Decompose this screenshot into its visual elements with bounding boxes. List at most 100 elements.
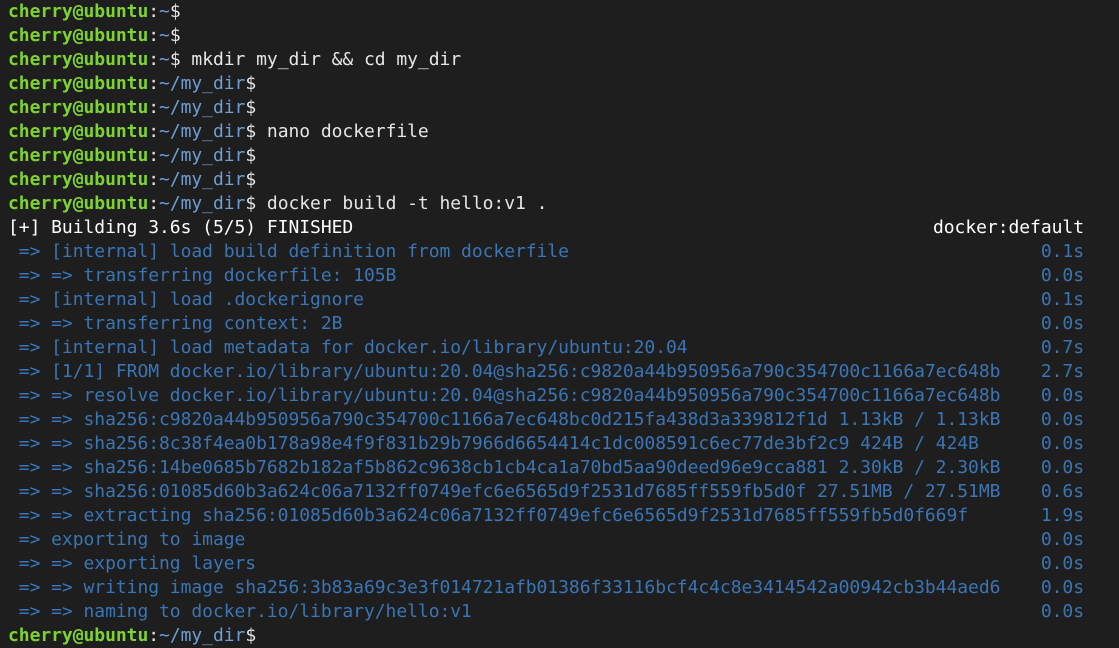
build-step-line: => => sha256:c9820a44b950956a790c354700c… [8, 408, 1119, 432]
build-step-line: => [internal] load .dockerignore 0.1s [8, 288, 1119, 312]
build-step-time: 0.0s [1040, 457, 1084, 478]
prompt-user-host: cherry@ubuntu [8, 1, 149, 22]
build-step-text: => exporting to image [8, 529, 246, 550]
build-step-time: 1.9s [1040, 505, 1084, 526]
prompt-colon: : [148, 625, 160, 646]
build-step-text: => => exporting layers [8, 553, 257, 574]
prompt-dollar: $ [245, 145, 257, 166]
build-step-text: => => resolve docker.io/library/ubuntu:2… [8, 385, 1001, 406]
prompt-dollar: $ [245, 625, 257, 646]
build-step-line: => => sha256:01085d60b3a624c06a7132ff074… [8, 480, 1119, 504]
build-step-text: => => transferring context: 2B [8, 313, 343, 334]
build-step-text: => [internal] load metadata for docker.i… [8, 337, 688, 358]
prompt-line: cherry@ubuntu:~$ mkdir my_dir && cd my_d… [8, 48, 1119, 72]
command-text: docker build -t hello:v1 . [256, 193, 548, 214]
build-step-time: 0.0s [1040, 577, 1084, 598]
build-step-time: 0.0s [1040, 433, 1084, 454]
prompt-line: cherry@ubuntu:~$ [8, 24, 1119, 48]
prompt-path: ~/my_dir [159, 73, 246, 94]
build-step-time: 2.7s [1040, 361, 1084, 382]
prompt-user-host: cherry@ubuntu [8, 625, 149, 646]
prompt-colon: : [148, 121, 160, 142]
build-step-time: 0.6s [1040, 481, 1084, 502]
active-prompt-line[interactable]: cherry@ubuntu:~/my_dir$ [8, 624, 1119, 648]
prompt-colon: : [148, 73, 160, 94]
build-header-line: [+] Building 3.6s (5/5) FINISHED docker:d… [8, 216, 1119, 240]
build-context: docker:default [932, 217, 1084, 238]
build-step-line: => => exporting layers 0.0s [8, 552, 1119, 576]
build-status-text: [+] Building 3.6s (5/5) FINISHED [8, 217, 354, 238]
prompt-colon: : [148, 97, 160, 118]
prompt-dollar: $ [245, 121, 257, 142]
prompt-line: cherry@ubuntu:~/my_dir$ [8, 96, 1119, 120]
build-step-line: => => sha256:8c38f4ea0b178a98e4f9f831b29… [8, 432, 1119, 456]
build-step-text: => => sha256:8c38f4ea0b178a98e4f9f831b29… [8, 433, 979, 454]
build-step-text: => [internal] load .dockerignore [8, 289, 364, 310]
prompt-colon: : [148, 193, 160, 214]
build-step-time: 0.0s [1040, 553, 1084, 574]
prompt-path: ~ [159, 25, 170, 46]
build-step-text: => => writing image sha256:3b83a69c3e3f0… [8, 577, 1001, 598]
build-step-line: => => transferring context: 2B 0.0s [8, 312, 1119, 336]
prompt-path: ~/my_dir [159, 97, 246, 118]
prompt-dollar: $ [245, 97, 257, 118]
prompt-path: ~/my_dir [159, 145, 246, 166]
build-step-line: => => extracting sha256:01085d60b3a624c0… [8, 504, 1119, 528]
prompt-user-host: cherry@ubuntu [8, 121, 149, 142]
prompt-user-host: cherry@ubuntu [8, 193, 149, 214]
prompt-dollar: $ [169, 25, 181, 46]
prompt-user-host: cherry@ubuntu [8, 145, 149, 166]
build-step-text: => => sha256:01085d60b3a624c06a7132ff074… [8, 481, 1001, 502]
build-step-line: => [internal] load build definition from… [8, 240, 1119, 264]
prompt-dollar: $ [245, 193, 257, 214]
build-step-line: => [1/1] FROM docker.io/library/ubuntu:2… [8, 360, 1119, 384]
prompt-user-host: cherry@ubuntu [8, 169, 149, 190]
command-text: mkdir my_dir && cd my_dir [180, 49, 462, 70]
terminal-output: cherry@ubuntu:~$ cherry@ubuntu:~$ cherry@u… [8, 0, 1119, 648]
prompt-path: ~/my_dir [159, 169, 246, 190]
build-step-text: => [internal] load build definition from… [8, 241, 569, 262]
prompt-path: ~/my_dir [159, 625, 246, 646]
prompt-colon: : [148, 49, 160, 70]
build-step-line: => [internal] load metadata for docker.i… [8, 336, 1119, 360]
build-step-time: 0.7s [1040, 337, 1084, 358]
terminal-window[interactable]: cherry@ubuntu:~$ cherry@ubuntu:~$ cherry@u… [0, 0, 1119, 646]
build-step-time: 0.0s [1040, 601, 1084, 622]
prompt-line: cherry@ubuntu:~/my_dir$ [8, 144, 1119, 168]
build-step-line: => exporting to image 0.0s [8, 528, 1119, 552]
prompt-line: cherry@ubuntu:~/my_dir$ [8, 168, 1119, 192]
prompt-user-host: cherry@ubuntu [8, 73, 149, 94]
prompt-line: cherry@ubuntu:~$ [8, 0, 1119, 24]
prompt-path: ~/my_dir [159, 121, 246, 142]
build-step-time: 0.0s [1040, 385, 1084, 406]
prompt-line: cherry@ubuntu:~/my_dir$ nano dockerfile [8, 120, 1119, 144]
prompt-user-host: cherry@ubuntu [8, 97, 149, 118]
prompt-path: ~/my_dir [159, 193, 246, 214]
prompt-colon: : [148, 25, 160, 46]
build-step-time: 0.1s [1040, 289, 1084, 310]
build-step-text: => [1/1] FROM docker.io/library/ubuntu:2… [8, 361, 1001, 382]
build-step-time: 0.1s [1040, 241, 1084, 262]
build-step-line: => => naming to docker.io/library/hello:… [8, 600, 1119, 624]
prompt-path: ~ [159, 49, 170, 70]
prompt-user-host: cherry@ubuntu [8, 49, 149, 70]
prompt-dollar: $ [169, 49, 181, 70]
prompt-dollar: $ [245, 73, 257, 94]
prompt-path: ~ [159, 1, 170, 22]
prompt-colon: : [148, 1, 160, 22]
build-step-time: 0.0s [1040, 409, 1084, 430]
build-step-line: => => resolve docker.io/library/ubuntu:2… [8, 384, 1119, 408]
build-step-time: 0.0s [1040, 313, 1084, 334]
build-step-text: => => sha256:c9820a44b950956a790c354700c… [8, 409, 1001, 430]
prompt-dollar: $ [169, 1, 181, 22]
prompt-user-host: cherry@ubuntu [8, 25, 149, 46]
build-step-text: => => transferring dockerfile: 105B [8, 265, 397, 286]
build-step-text: => => sha256:14be0685b7682b182af5b862c96… [8, 457, 1001, 478]
build-step-text: => => naming to docker.io/library/hello:… [8, 601, 472, 622]
prompt-colon: : [148, 145, 160, 166]
build-step-text: => => extracting sha256:01085d60b3a624c0… [8, 505, 969, 526]
build-step-line: => => transferring dockerfile: 105B 0.0s [8, 264, 1119, 288]
command-text: nano dockerfile [256, 121, 429, 142]
prompt-colon: : [148, 169, 160, 190]
build-step-time: 0.0s [1040, 265, 1084, 286]
